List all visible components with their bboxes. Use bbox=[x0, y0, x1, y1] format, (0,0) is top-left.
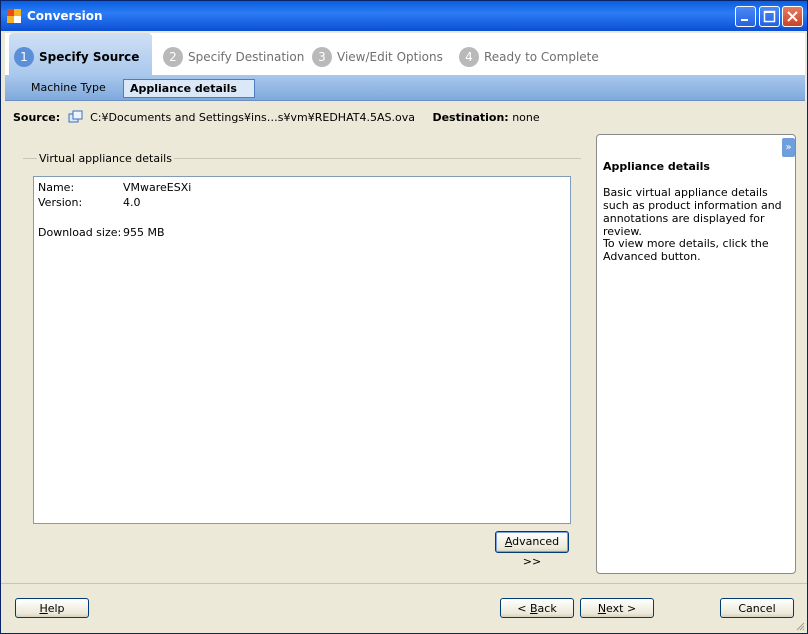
download-size-label: Download size: bbox=[38, 226, 122, 239]
help-paragraph-2: To view more details, click the Advanced… bbox=[603, 237, 769, 263]
conversion-window: Conversion 1 Specify Source 2 Specify De… bbox=[0, 0, 808, 634]
close-button[interactable] bbox=[782, 6, 803, 27]
step-ready-to-complete[interactable]: 4 Ready to Complete bbox=[454, 33, 604, 75]
step-number: 1 bbox=[14, 47, 34, 67]
advanced-label: dvanced >> bbox=[512, 535, 560, 568]
step-label: Ready to Complete bbox=[484, 50, 599, 64]
name-value: VMwareESXi bbox=[123, 181, 192, 194]
step-view-edit-options[interactable]: 3 View/Edit Options bbox=[307, 33, 447, 75]
step-specify-source[interactable]: 1 Specify Source bbox=[9, 33, 152, 75]
maximize-button[interactable] bbox=[759, 6, 780, 27]
source-summary: Source: C:¥Documents and Settings¥ins…s¥… bbox=[13, 110, 540, 126]
vmware-converter-icon bbox=[7, 9, 21, 23]
back-prefix: < bbox=[517, 602, 530, 615]
step-number: 2 bbox=[163, 47, 183, 67]
minimize-button[interactable] bbox=[735, 6, 756, 27]
version-label: Version: bbox=[38, 196, 83, 209]
help-panel: » Appliance details Basic virtual applia… bbox=[596, 134, 796, 574]
cancel-button[interactable]: Cancel bbox=[720, 598, 794, 618]
back-button[interactable]: < Back bbox=[500, 598, 574, 618]
group-legend: Virtual appliance details bbox=[37, 152, 174, 165]
step-specify-destination[interactable]: 2 Specify Destination bbox=[158, 33, 304, 75]
advanced-button[interactable]: Advanced >> bbox=[495, 531, 569, 568]
download-size-value: 955 MB bbox=[123, 226, 165, 239]
step-label: Specify Source bbox=[39, 50, 140, 64]
next-mnemonic: N bbox=[597, 602, 607, 615]
back-label: ack bbox=[537, 602, 557, 615]
version-value: 4.0 bbox=[123, 196, 141, 209]
appliance-details-box[interactable]: Name: VMwareESXi Version: 4.0 Download s… bbox=[33, 176, 571, 524]
footer-divider bbox=[1, 583, 807, 584]
step-number: 3 bbox=[312, 47, 332, 67]
help-label: elp bbox=[47, 602, 65, 615]
title-bar[interactable]: Conversion bbox=[1, 1, 807, 31]
destination-value: none bbox=[512, 111, 540, 124]
name-label: Name: bbox=[38, 181, 75, 194]
help-mnemonic: H bbox=[39, 602, 48, 615]
sub-steps: Machine Type Appliance details bbox=[5, 75, 805, 101]
window-title: Conversion bbox=[27, 9, 103, 23]
step-number: 4 bbox=[459, 47, 479, 67]
step-label: Specify Destination bbox=[188, 50, 305, 64]
substep-appliance-details[interactable]: Appliance details bbox=[123, 79, 255, 98]
double-chevron-right-icon[interactable]: » bbox=[782, 138, 795, 157]
substep-machine-type[interactable]: Machine Type bbox=[25, 79, 112, 96]
virtual-machine-icon bbox=[68, 110, 84, 124]
destination-label: Destination: bbox=[432, 111, 509, 124]
next-button[interactable]: Next > bbox=[580, 598, 654, 618]
next-label: ext > bbox=[606, 602, 637, 615]
help-button[interactable]: Help bbox=[15, 598, 89, 618]
help-paragraph-1: Basic virtual appliance details such as … bbox=[603, 186, 782, 238]
wizard-steps: 1 Specify Source 2 Specify Destination 3… bbox=[5, 33, 805, 75]
help-title: Appliance details bbox=[603, 160, 710, 173]
source-path: C:¥Documents and Settings¥ins…s¥vm¥REDHA… bbox=[90, 111, 415, 124]
step-label: View/Edit Options bbox=[337, 50, 443, 64]
source-label: Source: bbox=[13, 111, 61, 124]
resize-grip-icon[interactable] bbox=[795, 621, 805, 631]
back-mnemonic: B bbox=[530, 602, 538, 615]
